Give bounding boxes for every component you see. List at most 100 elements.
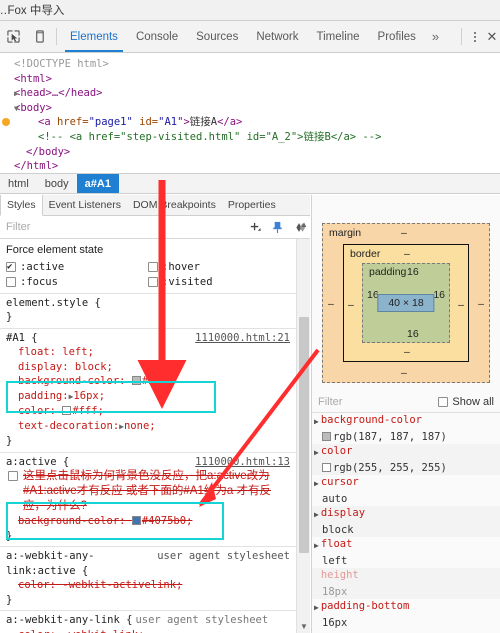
rule-a1[interactable]: 1110000.html:21 #A1 { float: left; displ… — [0, 329, 296, 453]
chevron-down-icon[interactable]: ▼ — [14, 102, 19, 117]
chevron-right-icon[interactable]: ▶ — [314, 537, 321, 554]
styles-pane[interactable]: Force element state :active :hover :focu… — [0, 239, 296, 633]
tab-styles[interactable]: Styles — [0, 195, 43, 216]
declaration-value[interactable]: -webkit-link — [62, 629, 138, 633]
declaration-background-color[interactable]: background-color: #bbb; — [6, 374, 290, 389]
margin-right-value[interactable]: – — [478, 298, 484, 310]
chevron-right-icon[interactable]: ▶ — [14, 87, 19, 102]
breadcrumb-item-body[interactable]: body — [37, 174, 77, 193]
force-state-focus[interactable]: :focus — [6, 275, 148, 290]
computed-property-padding-bottom[interactable]: ▶ padding-bottom — [312, 599, 500, 616]
close-icon[interactable]: ✕ — [484, 21, 500, 52]
margin-top-value[interactable]: – — [401, 227, 407, 239]
checkbox-hover-icon[interactable] — [148, 261, 158, 272]
breadcrumb-item-html[interactable]: html — [0, 174, 37, 193]
declaration-float[interactable]: float: left; — [6, 345, 290, 360]
computed-row-cursor[interactable]: ▶ cursor auto — [312, 475, 500, 506]
show-all-toggle[interactable]: Show all — [438, 396, 500, 408]
inspect-cursor-icon[interactable] — [0, 21, 26, 52]
device-toolbar-icon[interactable] — [26, 21, 52, 52]
tab-elements[interactable]: Elements — [61, 21, 127, 52]
declaration-value[interactable]: none — [124, 420, 149, 432]
computed-row-color[interactable]: ▶ color rgb(255, 255, 255) — [312, 444, 500, 475]
scroll-up-arrow-icon[interactable]: ▲ — [297, 218, 311, 231]
pin-icon[interactable] — [266, 221, 288, 234]
border-bottom-value[interactable]: – — [404, 346, 410, 358]
declaration-color[interactable]: color: #fff; — [6, 404, 290, 419]
rule-source-link[interactable]: 1110000.html:13 — [195, 455, 290, 470]
tab-sources[interactable]: Sources — [187, 21, 247, 52]
declaration-background-color[interactable]: background-color: #4075b0; — [6, 514, 290, 529]
declaration-value[interactable]: block — [75, 361, 107, 373]
padding-bottom-value[interactable]: 16 — [407, 328, 419, 340]
dom-line-body-open[interactable]: ▼ <body> — [0, 101, 500, 116]
tab-event-listeners[interactable]: Event Listeners — [43, 195, 127, 215]
force-state-active[interactable]: :active — [6, 260, 148, 274]
checkbox-declaration-icon[interactable] — [8, 471, 18, 481]
declaration-color[interactable]: color: -webkit-activelink; — [6, 578, 290, 593]
bookmark-label[interactable]: …Fox 中导入 — [0, 2, 64, 18]
computed-property-height[interactable]: ▶height — [312, 568, 500, 585]
computed-row-display[interactable]: ▶ display block — [312, 506, 500, 537]
computed-property-display[interactable]: ▶ display — [312, 506, 500, 523]
computed-row-height[interactable]: ▶height 18px — [312, 568, 500, 599]
computed-property-cursor[interactable]: ▶ cursor — [312, 475, 500, 492]
computed-property-color[interactable]: ▶ color — [312, 444, 500, 461]
rule-a-active[interactable]: 1110000.html:13 a:active { 这里点击鼠标为何背景色没反… — [0, 453, 296, 547]
tab-dom-breakpoints[interactable]: DOM Breakpoints — [127, 195, 222, 215]
declaration-value[interactable]: #bbb — [142, 375, 167, 387]
declaration-value[interactable]: -webkit-activelink — [62, 579, 176, 591]
box-model-content-size[interactable]: 40 × 18 — [377, 294, 435, 312]
computed-row-background-color[interactable]: ▶ background-color rgb(187, 187, 187) — [312, 413, 500, 444]
styles-filter-input[interactable]: Filter — [0, 221, 244, 233]
declaration-value[interactable]: #4075b0 — [142, 515, 186, 527]
margin-left-value[interactable]: – — [328, 298, 334, 310]
scroll-down-arrow-icon[interactable]: ▼ — [297, 620, 311, 633]
dom-line-head[interactable]: ▶ <head>…</head> — [0, 86, 500, 101]
tab-properties[interactable]: Properties — [222, 195, 282, 215]
rule-selector[interactable]: a:-webkit-any-link:active { — [6, 549, 116, 578]
more-tabs-icon[interactable]: » — [425, 21, 446, 52]
computed-property-float[interactable]: ▶ float — [312, 537, 500, 554]
tab-console[interactable]: Console — [127, 21, 187, 52]
force-state-visited[interactable]: :visited — [148, 275, 290, 290]
chevron-right-icon[interactable]: ▶ — [314, 506, 321, 523]
box-model-border-area[interactable]: border – – – – padding 16 16 16 16 40 × … — [343, 244, 469, 362]
declaration-text-decoration[interactable]: text-decoration:▶none; — [6, 419, 290, 435]
force-state-hover[interactable]: :hover — [148, 260, 290, 275]
checkbox-show-all-icon[interactable] — [438, 396, 449, 407]
tab-timeline[interactable]: Timeline — [308, 21, 369, 52]
vertical-dots-icon[interactable] — [466, 21, 484, 52]
rule-element-style[interactable]: element.style { } — [0, 294, 296, 329]
dom-line-comment[interactable]: <!-- <a href="step-visited.html" id="A_2… — [0, 130, 500, 145]
declaration-padding[interactable]: padding:▶16px; — [6, 389, 290, 405]
color-swatch-icon[interactable] — [131, 376, 141, 385]
declaration-display[interactable]: display: block; — [6, 360, 290, 375]
color-swatch-icon[interactable] — [62, 406, 72, 415]
computed-properties-list[interactable]: ▶ background-color rgb(187, 187, 187) ▶ co… — [312, 413, 500, 633]
computed-filter-input[interactable]: Filter — [312, 396, 438, 408]
computed-property-background-color[interactable]: ▶ background-color — [312, 413, 500, 430]
border-left-value[interactable]: – — [348, 299, 354, 311]
chevron-right-icon[interactable]: ▶ — [314, 475, 321, 492]
dom-tree-pane[interactable]: <!DOCTYPE html> <html> ▶ <head>…</head> … — [0, 53, 500, 173]
declaration-value[interactable]: #fff — [72, 405, 97, 417]
dom-line-html-open[interactable]: <html> — [0, 72, 500, 87]
scrollbar-thumb[interactable] — [299, 317, 309, 553]
computed-row-float[interactable]: ▶ float left — [312, 537, 500, 568]
checkbox-visited-icon[interactable] — [148, 277, 158, 288]
chevron-right-icon[interactable]: ▶ — [314, 444, 321, 461]
border-right-value[interactable]: – — [458, 299, 464, 311]
chevron-right-icon[interactable]: ▶ — [314, 599, 321, 616]
margin-bottom-value[interactable]: – — [401, 367, 407, 379]
border-top-value[interactable]: – — [404, 248, 410, 260]
color-swatch-icon[interactable] — [131, 516, 141, 525]
rule-source-link[interactable]: 1110000.html:21 — [195, 331, 290, 346]
rule-selector[interactable]: a:-webkit-any-link { — [6, 613, 132, 628]
padding-top-value[interactable]: 16 — [407, 266, 419, 278]
new-style-rule-plus-icon[interactable] — [244, 221, 266, 234]
padding-right-value[interactable]: 16 — [433, 289, 445, 301]
checkbox-focus-icon[interactable] — [6, 277, 16, 288]
chevron-right-icon[interactable]: ▶ — [314, 413, 321, 430]
rule-webkit-any-link[interactable]: a:-webkit-any-link { user agent styleshe… — [0, 611, 296, 633]
